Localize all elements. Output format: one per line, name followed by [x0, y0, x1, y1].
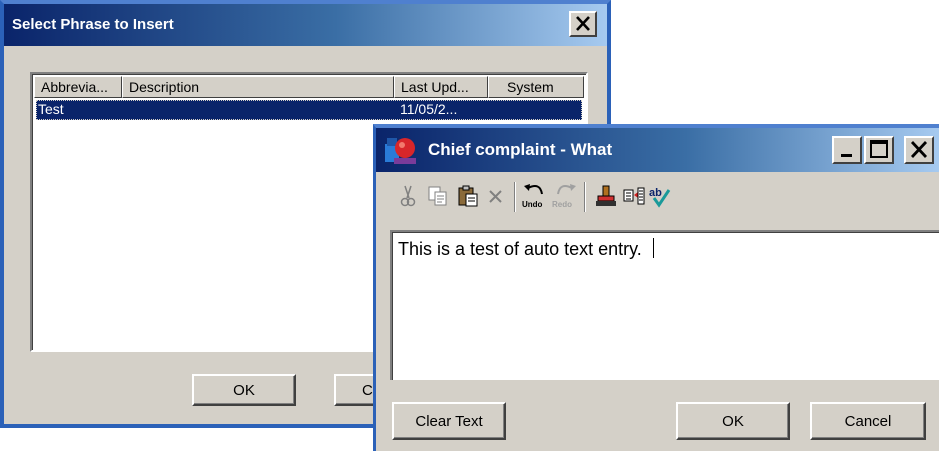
column-header-last-updated[interactable]: Last Upd...: [394, 76, 488, 98]
svg-text:ab: ab: [649, 187, 662, 199]
redo-label: Redo: [552, 200, 572, 209]
phrase-ok-label: OK: [233, 381, 255, 399]
clear-text-button[interactable]: Clear Text: [392, 402, 506, 440]
column-header-abbreviation[interactable]: Abbrevia...: [34, 76, 122, 98]
close-button[interactable]: [904, 136, 934, 164]
app-icon: [385, 138, 416, 164]
delete-icon[interactable]: [484, 184, 508, 208]
phrase-ok-button[interactable]: OK: [192, 374, 296, 406]
complaint-cancel-label: Cancel: [844, 412, 892, 430]
maximize-icon: [870, 140, 888, 158]
cut-icon[interactable]: [396, 184, 420, 208]
column-header-system[interactable]: System: [488, 76, 584, 98]
chief-complaint-dialog: Chief complaint - What Undo Redo ab This…: [373, 124, 939, 451]
minimize-button[interactable]: [832, 136, 862, 164]
column-header-label: System: [507, 79, 554, 95]
complaint-text-value: This is a test of auto text entry.: [398, 239, 647, 259]
column-header-label: Abbrevia...: [41, 79, 108, 95]
cell-abbreviation: Test: [38, 101, 64, 117]
column-header-description[interactable]: Description: [122, 76, 394, 98]
stamp-icon[interactable]: [594, 184, 618, 208]
column-header-label: Last Upd...: [401, 79, 469, 95]
chief-complaint-title: Chief complaint - What: [428, 140, 613, 159]
complaint-ok-button[interactable]: OK: [676, 402, 790, 440]
complaint-text: This is a test of auto text entry.: [398, 238, 654, 260]
redo-button[interactable]: Redo: [552, 182, 578, 212]
complaint-ok-label: OK: [722, 412, 744, 430]
minimize-icon: [841, 154, 852, 157]
text-caret: [652, 238, 654, 258]
undo-label: Undo: [522, 200, 543, 209]
close-icon: [910, 141, 928, 158]
copy-icon[interactable]: [426, 184, 450, 208]
undo-button[interactable]: Undo: [522, 182, 548, 212]
complaint-text-area[interactable]: This is a test of auto text entry.: [390, 230, 939, 380]
spell-check-icon[interactable]: ab: [648, 184, 672, 208]
redo-icon: [557, 184, 576, 195]
complaint-cancel-button[interactable]: Cancel: [810, 402, 926, 440]
insert-phrase-icon[interactable]: [622, 184, 646, 208]
select-phrase-titlebar[interactable]: Select Phrase to Insert: [4, 4, 607, 46]
undo-icon: [524, 184, 543, 195]
chief-complaint-titlebar[interactable]: Chief complaint - What: [376, 128, 939, 172]
table-row[interactable]: Test 11/05/2...: [36, 100, 582, 120]
select-phrase-close-button[interactable]: [569, 11, 597, 37]
paste-icon[interactable]: [456, 184, 480, 208]
select-phrase-title: Select Phrase to Insert: [12, 16, 174, 33]
maximize-button[interactable]: [864, 136, 894, 164]
column-header-label: Description: [129, 79, 200, 95]
close-icon: [576, 16, 590, 31]
clear-text-label: Clear Text: [415, 412, 483, 430]
toolbar-separator: [584, 182, 586, 212]
phrase-cancel-label: C: [362, 381, 373, 399]
cell-last-updated: 11/05/2...: [400, 101, 458, 117]
toolbar-separator: [514, 182, 516, 212]
